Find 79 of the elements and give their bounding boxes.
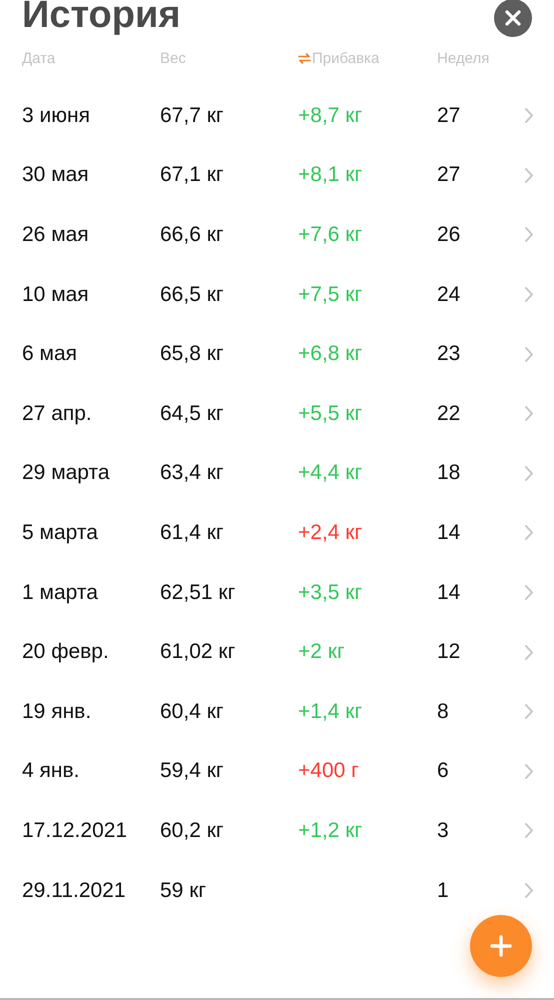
- column-header[interactable]: Прибавка: [298, 50, 380, 66]
- week-cell: 23: [437, 342, 460, 366]
- gain-cell: +4,4 кг: [298, 461, 362, 486]
- close-button[interactable]: [494, 0, 532, 37]
- week-cell: 27: [437, 163, 460, 188]
- date-cell: 5 марта: [22, 520, 98, 545]
- weight-cell: 61,02 кг: [160, 640, 236, 664]
- weight-cell: 59 кг: [160, 878, 206, 903]
- gain-cell: +8,7 кг: [298, 104, 362, 128]
- gain-cell: +400 г: [298, 759, 359, 784]
- chevron-right-icon[interactable]: [524, 464, 534, 482]
- date-cell: 20 февр.: [22, 640, 109, 664]
- weight-cell: 62,51 кг: [160, 580, 236, 605]
- weight-cell: 60,4 кг: [160, 700, 224, 724]
- week-cell: 14: [437, 580, 460, 605]
- chevron-right-icon[interactable]: [524, 524, 534, 542]
- date-cell: 10 мая: [22, 282, 89, 307]
- weight-cell: 64,5 кг: [160, 402, 224, 426]
- swap-icon: [298, 52, 311, 64]
- date-cell: 17.12.2021: [22, 818, 128, 843]
- weight-cell: 67,7 кг: [160, 104, 224, 128]
- week-cell: 24: [437, 282, 460, 307]
- week-cell: 3: [437, 818, 449, 843]
- chevron-right-icon[interactable]: [524, 644, 534, 661]
- date-cell: 6 мая: [22, 342, 78, 366]
- gain-cell: +2,4 кг: [298, 520, 362, 545]
- gain-cell: +1,4 кг: [298, 700, 362, 724]
- weight-cell: 65,8 кг: [160, 342, 224, 366]
- weight-cell: 63,4 кг: [160, 461, 224, 486]
- week-cell: 26: [437, 222, 460, 247]
- weight-cell: 59,4 кг: [160, 759, 224, 784]
- chevron-right-icon[interactable]: [524, 882, 534, 900]
- plus-icon: [490, 935, 512, 957]
- chevron-right-icon[interactable]: [524, 584, 534, 602]
- date-cell: 3 июня: [22, 104, 90, 128]
- chevron-right-icon[interactable]: [524, 762, 534, 780]
- week-cell: 14: [437, 520, 460, 545]
- date-cell: 26 мая: [22, 222, 89, 247]
- close-icon: [505, 10, 521, 26]
- gain-cell: +7,5 кг: [298, 282, 362, 307]
- week-cell: 6: [437, 759, 449, 784]
- gain-cell: +3,5 кг: [298, 580, 362, 605]
- date-cell: 4 янв.: [22, 759, 80, 784]
- date-cell: 30 мая: [22, 163, 89, 188]
- chevron-right-icon[interactable]: [524, 166, 534, 184]
- add-button[interactable]: [470, 915, 532, 977]
- gain-cell: +2 кг: [298, 640, 345, 664]
- chevron-right-icon[interactable]: [524, 405, 534, 422]
- chevron-right-icon[interactable]: [524, 107, 534, 124]
- weight-cell: 61,4 кг: [160, 520, 224, 545]
- date-cell: 27 апр.: [22, 402, 92, 426]
- gain-cell: +5,5 кг: [298, 402, 362, 426]
- weight-cell: 66,6 кг: [160, 222, 224, 247]
- chevron-right-icon[interactable]: [524, 822, 534, 840]
- column-header: Дата: [22, 50, 56, 66]
- gain-cell: +7,6 кг: [298, 222, 362, 247]
- date-cell: 29 марта: [22, 461, 110, 486]
- gain-cell: +1,2 кг: [298, 818, 362, 843]
- date-cell: 29.11.2021: [22, 878, 126, 903]
- chevron-right-icon[interactable]: [524, 286, 534, 304]
- weight-cell: 66,5 кг: [160, 282, 224, 307]
- date-cell: 1 марта: [22, 580, 98, 605]
- week-cell: 27: [437, 104, 460, 128]
- chevron-right-icon[interactable]: [524, 226, 534, 244]
- page-title: История: [22, 0, 181, 34]
- week-cell: 1: [437, 878, 449, 903]
- weight-cell: 67,1 кг: [160, 163, 224, 188]
- week-cell: 22: [437, 402, 460, 426]
- weight-cell: 60,2 кг: [160, 818, 224, 843]
- week-cell: 8: [437, 700, 449, 724]
- gain-cell: +6,8 кг: [298, 342, 362, 366]
- gain-cell: +8,1 кг: [298, 163, 362, 188]
- chevron-right-icon[interactable]: [524, 346, 534, 363]
- column-header: Неделя: [437, 50, 490, 66]
- chevron-right-icon[interactable]: [524, 703, 534, 720]
- date-cell: 19 янв.: [22, 700, 92, 724]
- week-cell: 18: [437, 461, 460, 486]
- week-cell: 12: [437, 640, 460, 664]
- column-header: Вес: [160, 50, 186, 66]
